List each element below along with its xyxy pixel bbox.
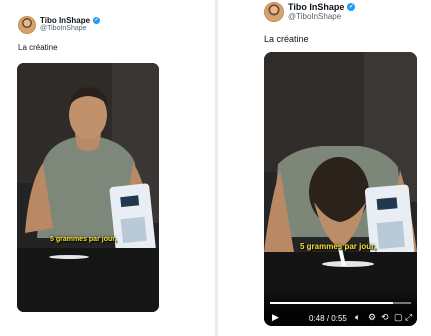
current-time: 0:48 (309, 314, 325, 323)
volume-icon[interactable]: 🔈︎ (355, 311, 360, 323)
duration: 0:55 (331, 314, 347, 323)
video-frame (264, 52, 417, 326)
avatar[interactable] (18, 16, 36, 34)
tweet-text: La créatine (18, 43, 58, 52)
loop-icon[interactable]: ⟲ (381, 311, 389, 323)
play-icon[interactable]: ▶ (272, 311, 279, 323)
settings-icon[interactable]: ⚙ (368, 311, 376, 323)
time-display: 0:48 / 0:55 (309, 314, 347, 323)
video-subtitle: 5 grammes par jour, (50, 236, 117, 243)
handle[interactable]: @TiboInShape (288, 12, 355, 21)
progress-fill (270, 302, 393, 304)
author-names: Tibo InShape ✓ @TiboInShape (40, 16, 101, 33)
video-subtitle: 5 grammes par jour, (300, 242, 377, 251)
verified-badge-icon: ✓ (347, 3, 356, 12)
progress-bar[interactable] (270, 302, 411, 304)
video-frame (17, 63, 159, 312)
fullscreen-icon[interactable]: ⤢ (405, 311, 412, 323)
author-names: Tibo InShape ✓ @TiboInShape (288, 2, 356, 22)
tweet-card-left: Tibo InShape ✓ @TiboInShape La créatine (0, 0, 215, 336)
tweet-header: Tibo InShape ✓ @TiboInShape (18, 16, 101, 34)
video-player[interactable]: 5 grammes par jour, (17, 63, 159, 312)
display-name[interactable]: Tibo InShape (288, 2, 344, 12)
verified-badge-icon: ✓ (93, 17, 101, 25)
captions-icon[interactable]: ▢ (394, 311, 403, 323)
time-separator: / (326, 314, 330, 323)
tweet-card-right: Tibo InShape ✓ @TiboInShape La créatine (218, 0, 431, 336)
video-player[interactable]: 5 grammes par jour, ▶ 0:48 / 0:55 🔈︎ ⚙ ⟲… (264, 52, 417, 326)
tweet-header: Tibo InShape ✓ @TiboInShape (264, 2, 356, 22)
avatar[interactable] (264, 2, 284, 22)
display-name[interactable]: Tibo InShape (40, 16, 90, 25)
handle[interactable]: @TiboInShape (40, 25, 100, 33)
tweet-text: La créatine (264, 34, 309, 44)
video-controls: ▶ 0:48 / 0:55 🔈︎ ⚙ ⟲ ▢ ⤢ (264, 290, 417, 326)
